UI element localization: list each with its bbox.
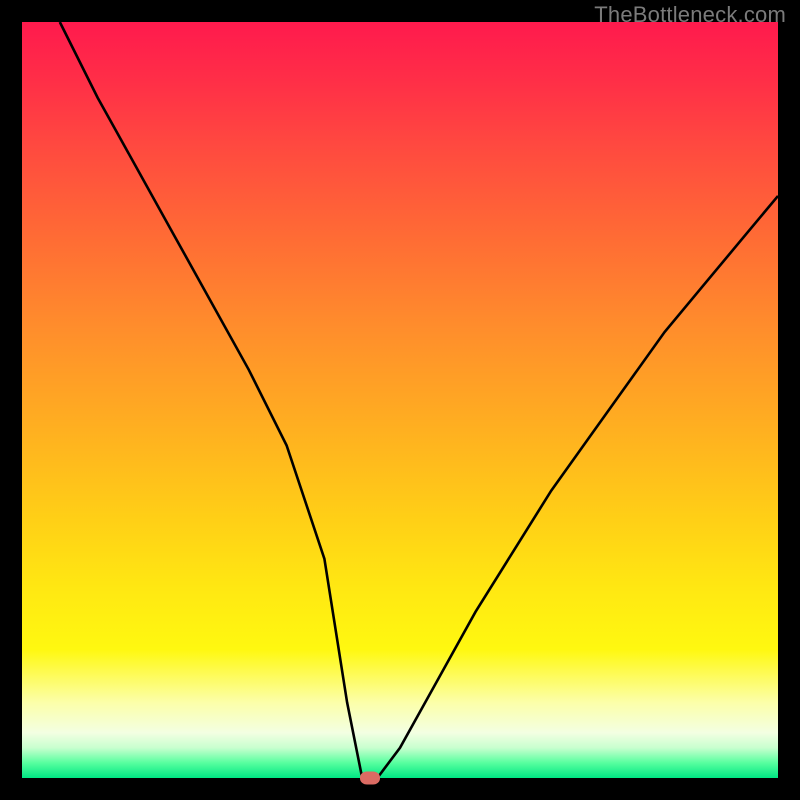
chart-frame: TheBottleneck.com — [0, 0, 800, 800]
bottleneck-curve — [22, 22, 778, 778]
curve-path — [60, 22, 778, 778]
plot-area — [22, 22, 778, 778]
optimal-marker — [360, 772, 380, 785]
